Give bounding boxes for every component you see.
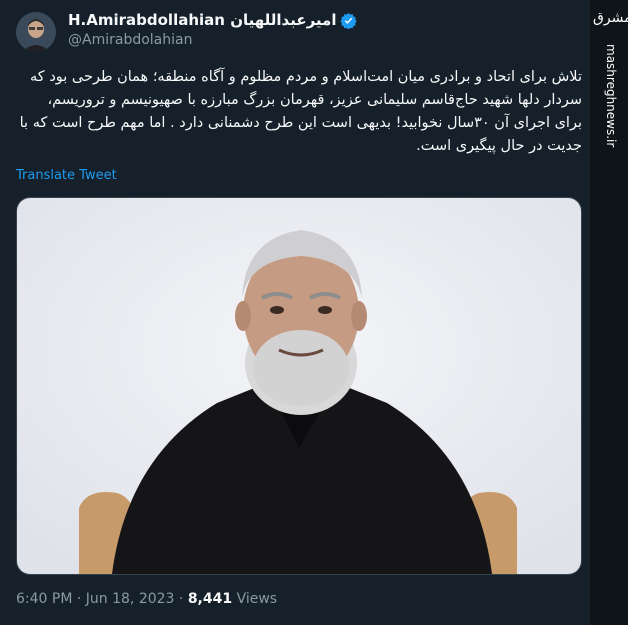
tweet-meta: 6:40 PM · Jun 18, 2023 · 8,441 Views [16,591,277,607]
views-count: 8,441 [187,591,233,607]
tweet-time[interactable]: 6:40 PM [16,591,72,607]
avatar[interactable] [16,12,56,52]
author-display-name[interactable]: H.Amirabdollahian امیرعبداللهیان [68,11,336,29]
author-handle[interactable]: @Amirabdolahian [68,32,192,48]
meta-separator: · [178,591,184,607]
views-label: Views [236,591,278,607]
verified-badge-icon [340,12,358,29]
meta-separator: · [76,591,82,607]
author-row: H.Amirabdollahian امیرعبداللهیان [68,11,358,29]
watermark-logo: مشرق [593,10,628,26]
translate-tweet-link[interactable]: Translate Tweet [16,168,117,183]
tweet-date[interactable]: Jun 18, 2023 [86,591,175,607]
watermark-site: mashreghnews.ir [604,44,618,148]
tweet-card: H.Amirabdollahian امیرعبداللهیان @Amirab… [0,0,590,625]
tweet-text: تلاش برای اتحاد و برادری میان امت‌اسلام … [19,69,582,154]
tweet-photo[interactable] [16,197,582,575]
